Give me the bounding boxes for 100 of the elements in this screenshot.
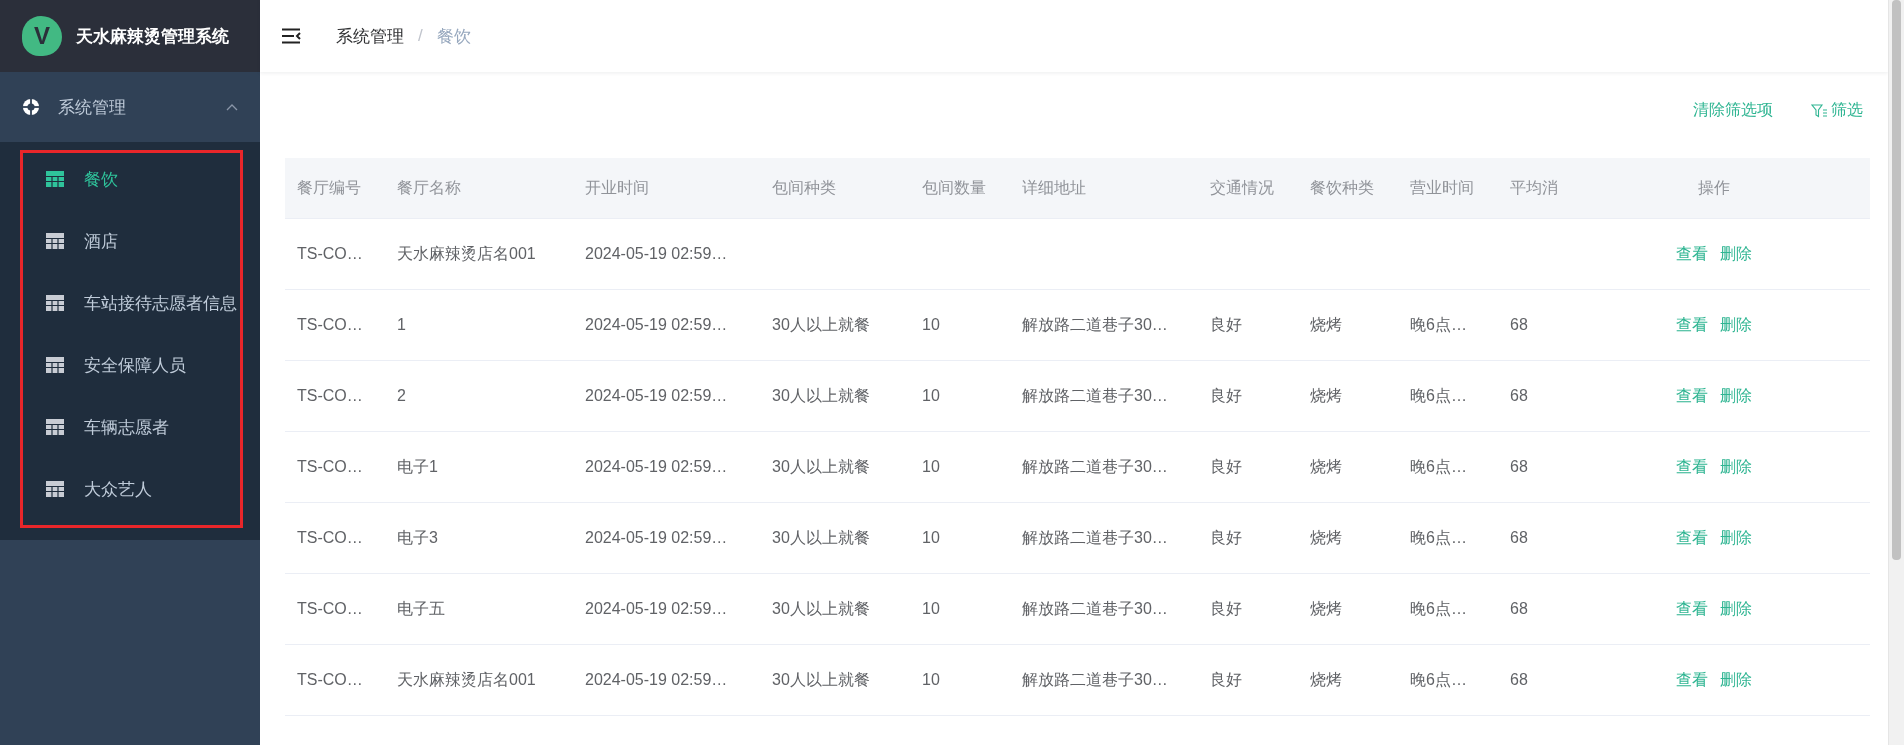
table-cell: 30人以上就餐 — [772, 386, 870, 404]
logo-badge: V — [22, 16, 62, 56]
table-cell: 良好 — [1210, 670, 1242, 688]
table-cell: 解放路二道巷子30… — [1022, 599, 1168, 617]
column-header: 餐厅编号 — [285, 158, 385, 219]
table-cell: 解放路二道巷子30… — [1022, 457, 1168, 475]
table-cell: 烧烤 — [1310, 457, 1342, 475]
table-icon — [46, 233, 64, 249]
table-cell: 良好 — [1210, 386, 1242, 404]
table-cell: 68 — [1510, 387, 1528, 404]
table-cell: 晚6点… — [1410, 599, 1467, 617]
delete-link[interactable]: 删除 — [1720, 386, 1752, 404]
delete-link[interactable]: 删除 — [1720, 528, 1752, 546]
table-cell: 烧烤 — [1310, 315, 1342, 333]
table-cell: 2024-05-19 02:59… — [585, 387, 728, 404]
table-cell: 2024-05-19 02:59… — [585, 458, 728, 475]
delete-link[interactable]: 删除 — [1720, 244, 1752, 262]
table-cell: 68 — [1510, 600, 1528, 617]
table-cell: TS-CO… — [297, 458, 363, 475]
menu-icon[interactable] — [282, 28, 302, 44]
breadcrumb-item[interactable]: 系统管理 — [336, 24, 404, 48]
delete-link[interactable]: 删除 — [1720, 670, 1752, 688]
view-link[interactable]: 查看 — [1676, 315, 1708, 333]
table-cell: 晚6点… — [1410, 528, 1467, 546]
table-cell: 2024-05-19 02:59… — [585, 600, 728, 617]
table-cell: 2 — [397, 387, 406, 404]
menu-item[interactable]: 大众艺人 — [0, 458, 260, 520]
chevron-icon — [226, 103, 238, 111]
column-header: 包间数量 — [910, 158, 1010, 219]
table-cell: 2024-05-19 02:59… — [585, 529, 728, 546]
column-header: 开业时间 — [573, 158, 760, 219]
column-header: 操作 — [1558, 158, 1870, 219]
table-cell: 10 — [922, 671, 940, 688]
column-header: 包间种类 — [760, 158, 910, 219]
table-cell: 68 — [1510, 458, 1528, 475]
delete-link[interactable]: 删除 — [1720, 315, 1752, 333]
delete-link[interactable]: 删除 — [1720, 457, 1752, 475]
column-header: 平均消 — [1498, 158, 1558, 219]
table-cell: TS-CO… — [297, 245, 363, 262]
menu-item[interactable]: 酒店 — [0, 210, 260, 272]
table-cell: 30人以上就餐 — [772, 528, 870, 546]
view-link[interactable]: 查看 — [1676, 386, 1708, 404]
table-cell: 10 — [922, 529, 940, 546]
view-link[interactable]: 查看 — [1676, 457, 1708, 475]
table-icon — [46, 481, 64, 497]
filter-button[interactable]: 筛选 — [1811, 100, 1863, 121]
table-cell: 烧烤 — [1310, 599, 1342, 617]
table-cell: 晚6点… — [1410, 315, 1467, 333]
table-cell: 2024-05-19 02:59… — [585, 316, 728, 333]
table-cell: 2024-05-19 02:59… — [585, 245, 728, 262]
table-icon — [46, 357, 64, 373]
table-cell: 解放路二道巷子30… — [1022, 386, 1168, 404]
table-cell: 68 — [1510, 316, 1528, 333]
menu-item[interactable]: 车站接待志愿者信息 — [0, 272, 260, 334]
table-cell: 晚6点… — [1410, 670, 1467, 688]
table-cell: 电子1 — [397, 457, 438, 475]
table-cell: 10 — [922, 316, 940, 333]
table-cell: 2024-05-19 02:59… — [585, 671, 728, 688]
table-cell: 晚6点… — [1410, 457, 1467, 475]
table-cell: 1 — [397, 316, 406, 333]
table-cell: 10 — [922, 600, 940, 617]
table-icon — [46, 295, 64, 311]
view-link[interactable]: 查看 — [1676, 244, 1708, 262]
table-cell: 68 — [1510, 529, 1528, 546]
menu-item[interactable]: 餐饮 — [0, 148, 260, 210]
app-title: 天水麻辣烫管理系统 — [76, 25, 229, 48]
breadcrumb-separator: / — [418, 26, 423, 46]
table-cell: 解放路二道巷子30… — [1022, 670, 1168, 688]
table-cell: 30人以上就餐 — [772, 670, 870, 688]
menu-group[interactable]: 系统管理 — [0, 72, 260, 142]
table-cell: 烧烤 — [1310, 670, 1342, 688]
table-cell: 烧烤 — [1310, 386, 1342, 404]
table-cell: 30人以上就餐 — [772, 599, 870, 617]
column-header: 交通情况 — [1198, 158, 1298, 219]
table-cell: TS-CO… — [297, 600, 363, 617]
scrollbar[interactable] — [1888, 0, 1904, 745]
menu-item[interactable]: 车辆志愿者 — [0, 396, 260, 458]
view-link[interactable]: 查看 — [1676, 599, 1708, 617]
table-cell: TS-CO… — [297, 387, 363, 404]
table-cell: 良好 — [1210, 599, 1242, 617]
table-cell: 天水麻辣烫店名001 — [397, 244, 536, 262]
table-cell: 天水麻辣烫店名001 — [397, 670, 536, 688]
column-header: 详细地址 — [1010, 158, 1198, 219]
filter-icon — [1811, 103, 1827, 118]
table-cell: 30人以上就餐 — [772, 315, 870, 333]
delete-link[interactable]: 删除 — [1720, 599, 1752, 617]
table-cell: 良好 — [1210, 457, 1242, 475]
breadcrumb-item: 餐饮 — [436, 25, 471, 48]
table-cell: 良好 — [1210, 315, 1242, 333]
table-cell: 解放路二道巷子30… — [1022, 528, 1168, 546]
menu-item[interactable]: 安全保障人员 — [0, 334, 260, 396]
clear-filters-link[interactable]: 清除筛选项 — [1693, 100, 1773, 121]
table-cell: 良好 — [1210, 528, 1242, 546]
table-cell: TS-CO… — [297, 529, 363, 546]
view-link[interactable]: 查看 — [1676, 670, 1708, 688]
view-link[interactable]: 查看 — [1676, 528, 1708, 546]
column-header: 餐饮种类 — [1298, 158, 1398, 219]
scrollbar-thumb[interactable] — [1892, 0, 1901, 560]
table-cell: 68 — [1510, 671, 1528, 688]
table-cell: 电子3 — [397, 528, 438, 546]
